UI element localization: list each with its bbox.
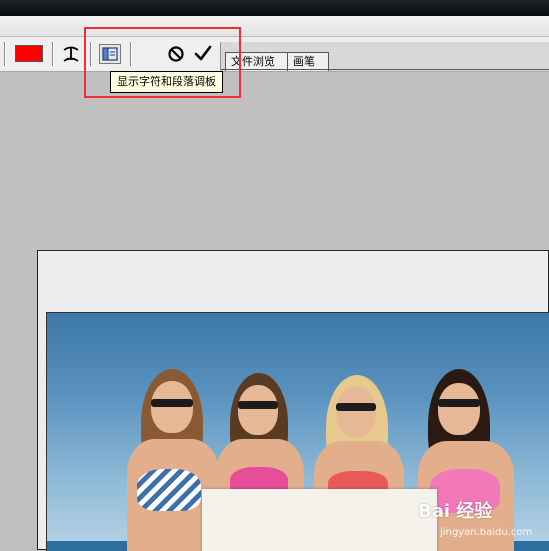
watermark-logo: Bai 经验 [418, 501, 493, 522]
toggle-character-paragraph-palettes-button[interactable] [99, 44, 121, 64]
toolbar-separator [52, 42, 54, 66]
palette-well: 文件浏览 画笔 [220, 42, 549, 71]
cancel-icon [168, 46, 184, 62]
text-color-swatch[interactable] [15, 45, 43, 62]
tab-baseline [221, 69, 549, 70]
cancel-edits-button[interactable] [166, 44, 186, 64]
commit-icon [194, 45, 212, 61]
white-sign-board [202, 489, 437, 551]
warp-text-icon [63, 46, 79, 62]
commit-edits-button[interactable] [192, 44, 214, 64]
title-bar [0, 0, 549, 16]
toolbar-separator [130, 42, 132, 66]
watermark-url: jingyan.baidu.com [440, 527, 533, 538]
options-bar: 文件浏览 画笔 [0, 37, 549, 72]
warp-text-button[interactable] [60, 44, 82, 64]
toolbar-separator [4, 42, 6, 66]
toggle-character-paragraph-palettes-icon [102, 47, 118, 61]
tooltip: 显示字符和段落调板 [110, 71, 223, 93]
toolbar-separator [90, 42, 92, 66]
menu-bar [0, 16, 549, 37]
